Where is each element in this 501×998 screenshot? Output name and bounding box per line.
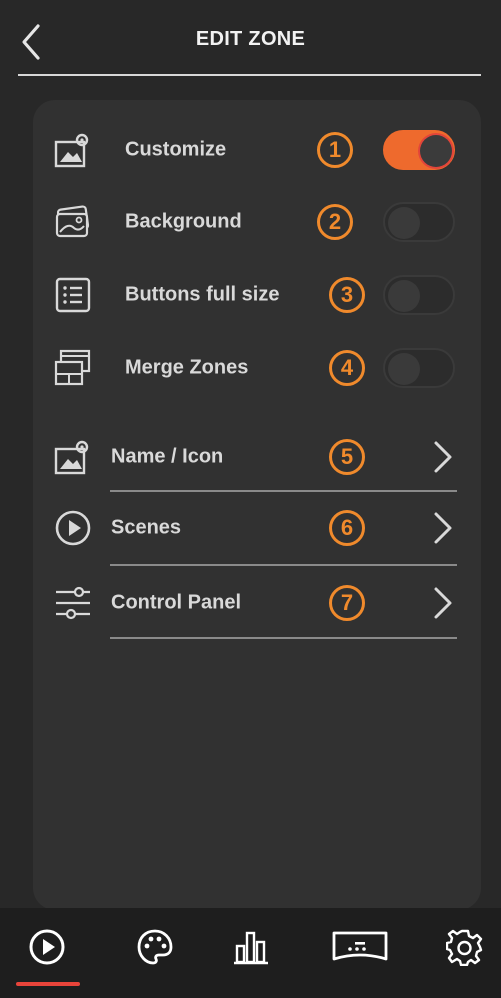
nav-display-tab[interactable] [328,922,392,972]
name-icon-label: Name / Icon [111,445,224,468]
chevron-right-icon [431,585,455,621]
row-divider [110,637,457,639]
buttons-full-size-toggle[interactable] [383,275,455,315]
bar-chart-icon [234,931,268,965]
images-stack-icon [53,202,93,242]
list-icon [53,275,93,315]
scenes-row[interactable]: Scenes 6 [33,498,481,558]
chevron-right-icon [431,439,455,475]
merge-zones-label: Merge Zones [125,356,249,379]
merge-windows-icon [53,348,93,388]
customize-label: Customize [125,138,227,161]
step-badge-5: 5 [329,439,365,475]
customize-toggle[interactable] [383,130,455,170]
image-settings-icon [53,437,93,477]
chevron-right-icon [431,510,455,546]
image-settings-icon [53,130,93,170]
control-panel-label: Control Panel [111,591,242,614]
row-divider [110,490,457,492]
step-badge-7: 7 [329,585,365,621]
step-badge-1: 1 [317,132,353,168]
name-icon-row[interactable]: Name / Icon 5 [33,427,481,487]
settings-card: Customize 1 Background 2 Buttons full si… [33,100,481,910]
nav-settings-tab[interactable] [440,922,490,972]
play-circle-icon [29,929,65,965]
header: EDIT ZONE [0,0,501,76]
palette-icon [137,929,173,965]
header-divider [18,74,481,76]
toggle-knob [420,135,452,167]
page-title: EDIT ZONE [195,28,306,50]
scenes-label: Scenes [111,516,182,539]
step-badge-6: 6 [329,510,365,546]
play-circle-icon [53,508,93,548]
buttons-full-size-label: Buttons full size [125,283,280,306]
nav-stats-tab[interactable] [226,922,276,972]
display-icon [332,931,388,961]
step-badge-2: 2 [317,204,353,240]
merge-zones-row: Merge Zones 4 [33,338,481,398]
sliders-icon [53,583,93,623]
background-toggle[interactable] [383,202,455,242]
bottom-nav [0,908,501,998]
background-label: Background [125,210,242,233]
customize-row: Customize 1 [33,120,481,180]
control-panel-row[interactable]: Control Panel 7 [33,573,481,633]
gear-icon [446,929,483,966]
edit-zone-screen: EDIT ZONE Customize 1 Background 2 Butto… [0,0,501,998]
toggle-knob [388,353,420,385]
active-tab-indicator [16,982,80,986]
step-badge-3: 3 [329,277,365,313]
buttons-full-size-row: Buttons full size 3 [33,265,481,325]
toggle-knob [388,207,420,239]
row-divider [110,564,457,566]
nav-play-tab[interactable] [22,922,72,972]
step-badge-4: 4 [329,350,365,386]
background-row: Background 2 [33,192,481,252]
nav-palette-tab[interactable] [130,922,180,972]
toggle-knob [388,280,420,312]
merge-zones-toggle[interactable] [383,348,455,388]
